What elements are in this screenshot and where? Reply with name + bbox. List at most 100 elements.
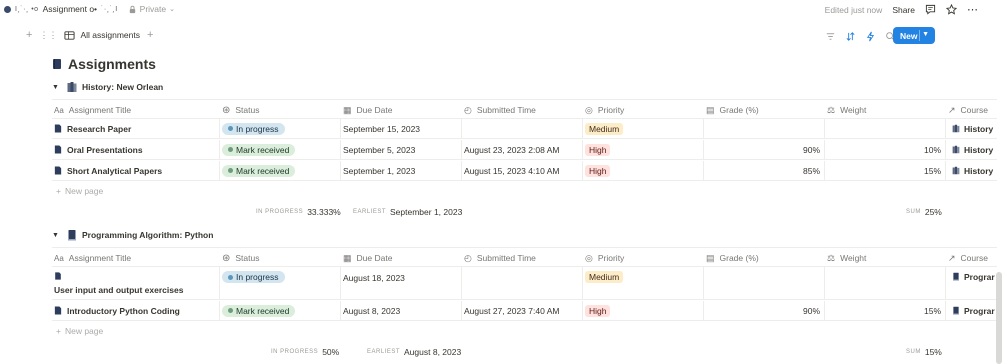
tab-all-assignments[interactable]: All assignments [64,30,140,41]
calc-label: EARLIEST [353,209,387,215]
due-date-cell[interactable]: September 5, 2023 [341,140,462,159]
table-row[interactable]: Short Analytical Papers Mark received Se… [52,161,997,181]
weight-cell[interactable] [825,119,946,138]
submitted-cell[interactable] [462,267,583,299]
privacy-indicator[interactable]: Private ⌄ [128,4,175,14]
course-cell[interactable]: History [946,119,997,138]
title-cell[interactable]: Introductory Python Coding [52,301,220,320]
due-date-cell[interactable]: August 8, 2023 [341,301,462,320]
course-cell[interactable]: Prograr [946,267,997,299]
column-header-status[interactable]: ⊛ Status [220,248,340,268]
calc-earliest[interactable]: EARLIEST August 8, 2023 [367,347,461,357]
priority-icon: ◎ [585,104,593,115]
add-block-icon[interactable]: + [26,29,32,41]
vertical-scrollbar[interactable] [996,272,1002,364]
priority-cell[interactable]: High [583,161,704,180]
grade-cell[interactable] [704,267,825,299]
table-row[interactable]: User input and output exercises In progr… [52,267,997,300]
column-header-submitted[interactable]: ◴ Submitted Time [462,100,582,120]
group-header-history[interactable]: ▼ History: New Orlean [52,81,163,93]
grade-cell[interactable]: 90% [704,140,825,159]
calc-earliest[interactable]: EARLIEST September 1, 2023 [353,207,462,217]
tab-label: All assignments [80,30,140,40]
column-header-weight[interactable]: ⚖ Weight [825,100,945,120]
due-date-cell[interactable]: September 1, 2023 [341,161,462,180]
submitted-cell[interactable]: August 23, 2023 2:08 AM [462,140,583,159]
course-cell[interactable]: History [946,140,997,159]
new-page-button[interactable]: + New page [56,326,103,336]
column-header-title[interactable]: Aa Assignment Title [52,248,218,268]
column-header-priority[interactable]: ◎ Priority [583,100,703,120]
new-button[interactable]: New ▼ [893,27,935,44]
breadcrumb[interactable]: I¸˙·¸ •o Assignment o• ˙·¸˙¸I Private ⌄ [4,4,175,14]
calc-sum[interactable]: SUM 15% [906,347,942,357]
status-cell[interactable]: Mark received [220,140,341,159]
toggle-triangle-icon[interactable]: ▼ [52,232,62,239]
book-icon [53,59,61,69]
weight-cell[interactable] [825,267,946,299]
title-cell[interactable]: Oral Presentations [52,140,220,159]
column-header-due[interactable]: ▦ Due Date [341,100,461,120]
weight-cell[interactable]: 15% [825,161,946,180]
calc-value: August 8, 2023 [404,347,462,357]
more-options-icon[interactable]: ⋯ [967,3,979,16]
table-row[interactable]: Research Paper In progress September 15,… [52,119,997,139]
group-header-programming[interactable]: ▼ Programming Algorithm: Python [52,229,213,241]
grade-cell[interactable] [704,119,825,138]
new-page-button[interactable]: + New page [56,186,103,196]
priority-tag: High [585,164,611,177]
column-header-weight[interactable]: ⚖ Weight [825,248,945,268]
due-date-cell[interactable]: August 18, 2023 [341,267,462,299]
drag-handle-icon[interactable]: ⋮⋮ [39,30,57,41]
calc-in-progress[interactable]: IN PROGRESS 33.333% [256,207,341,217]
title-cell[interactable]: Research Paper [52,119,220,138]
priority-cell[interactable]: High [583,140,704,159]
status-cell[interactable]: Mark received [220,161,341,180]
submitted-cell[interactable] [462,119,583,138]
due-date-cell[interactable]: September 15, 2023 [341,119,462,138]
column-header-grade[interactable]: ▤ Grade (%) [704,100,824,120]
grade-cell[interactable]: 90% [704,301,825,320]
submitted-cell[interactable]: August 15, 2023 4:10 AM [462,161,583,180]
status-cell[interactable]: In progress [220,267,341,299]
weight-cell[interactable]: 10% [825,140,946,159]
chevron-down-icon[interactable]: ▼ [922,31,929,38]
star-icon[interactable] [946,4,957,15]
title-cell[interactable]: Short Analytical Papers [52,161,220,180]
status-cell[interactable]: Mark received [220,301,341,320]
toggle-triangle-icon[interactable]: ▼ [52,84,62,91]
column-header-due[interactable]: ▦ Due Date [341,248,461,268]
calc-in-progress[interactable]: IN PROGRESS 50% [271,347,339,357]
breadcrumb-title[interactable]: Assignment o• [43,4,97,14]
priority-cell[interactable]: Medium [583,267,704,299]
add-view-icon[interactable]: + [147,29,153,41]
course-cell[interactable]: History [946,161,997,180]
priority-cell[interactable]: High [583,301,704,320]
calendar-icon: ▦ [343,252,352,263]
column-header-grade[interactable]: ▤ Grade (%) [704,248,824,268]
priority-cell[interactable]: Medium [583,119,704,138]
column-header-title[interactable]: Aa Assignment Title [52,100,218,120]
sort-icon[interactable] [845,31,856,42]
status-cell[interactable]: In progress [220,119,341,138]
filter-icon[interactable] [825,31,836,42]
calc-sum[interactable]: SUM 25% [906,207,942,217]
share-button[interactable]: Share [892,5,915,15]
column-header-priority[interactable]: ◎ Priority [583,248,703,268]
column-header-course[interactable]: ↗ Course [946,248,997,268]
table-row[interactable]: Oral Presentations Mark received Septemb… [52,140,997,160]
column-header-submitted[interactable]: ◴ Submitted Time [462,248,582,268]
chevron-down-icon: ⌄ [169,6,175,13]
assignment-title: User input and output exercises [54,285,184,295]
comment-icon[interactable] [925,4,936,15]
clock-icon: ◴ [464,252,472,263]
column-header-course[interactable]: ↗ Course [946,100,997,120]
column-header-status[interactable]: ⊛ Status [220,100,340,120]
title-cell[interactable]: User input and output exercises [52,267,220,299]
course-cell[interactable]: Prograr [946,301,997,320]
submitted-cell[interactable]: August 27, 2023 7:40 AM [462,301,583,320]
automation-icon[interactable] [865,31,876,42]
table-row[interactable]: Introductory Python Coding Mark received… [52,301,997,321]
grade-cell[interactable]: 85% [704,161,825,180]
weight-cell[interactable]: 15% [825,301,946,320]
